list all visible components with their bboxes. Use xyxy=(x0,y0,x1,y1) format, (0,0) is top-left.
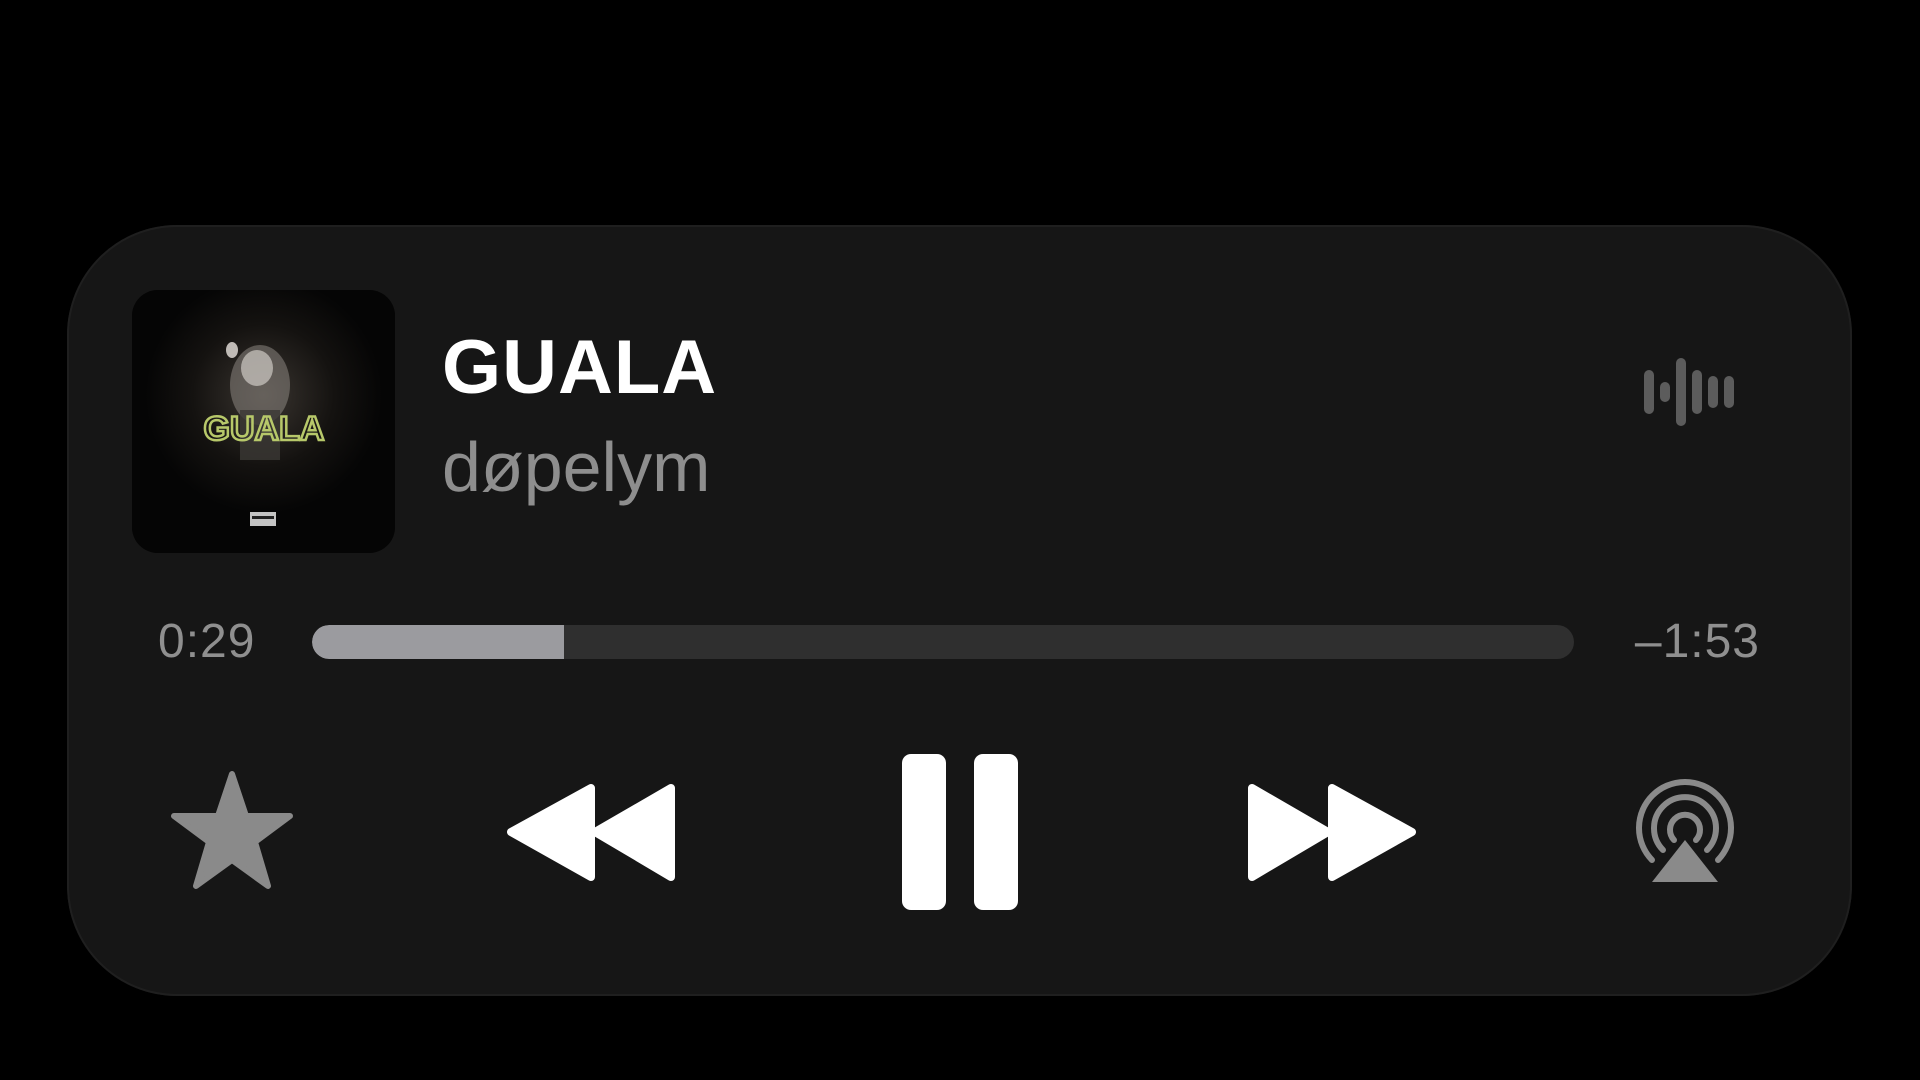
next-track-button[interactable] xyxy=(1243,780,1418,885)
previous-track-button[interactable] xyxy=(505,780,680,885)
fast-forward-icon xyxy=(1248,784,1416,881)
waveform-icon xyxy=(1640,356,1740,428)
progress-fill xyxy=(312,625,565,659)
pause-button[interactable] xyxy=(900,752,1020,912)
remaining-time: –1:53 xyxy=(1634,615,1760,668)
rewind-icon xyxy=(507,784,675,881)
airplay-icon xyxy=(1636,779,1734,882)
track-title: GUALA xyxy=(442,325,718,410)
album-artwork-image: GUALA xyxy=(132,290,395,553)
star-icon xyxy=(171,771,293,889)
pause-icon xyxy=(902,754,1018,910)
track-artist: døpelym xyxy=(442,428,711,506)
favorite-button[interactable] xyxy=(170,770,294,894)
progress-scrubber[interactable] xyxy=(312,625,1574,659)
elapsed-time: 0:29 xyxy=(158,615,256,668)
album-artwork[interactable]: GUALA xyxy=(132,290,395,553)
airplay-button[interactable] xyxy=(1630,778,1740,888)
artwork-title-text: GUALA xyxy=(204,410,325,448)
